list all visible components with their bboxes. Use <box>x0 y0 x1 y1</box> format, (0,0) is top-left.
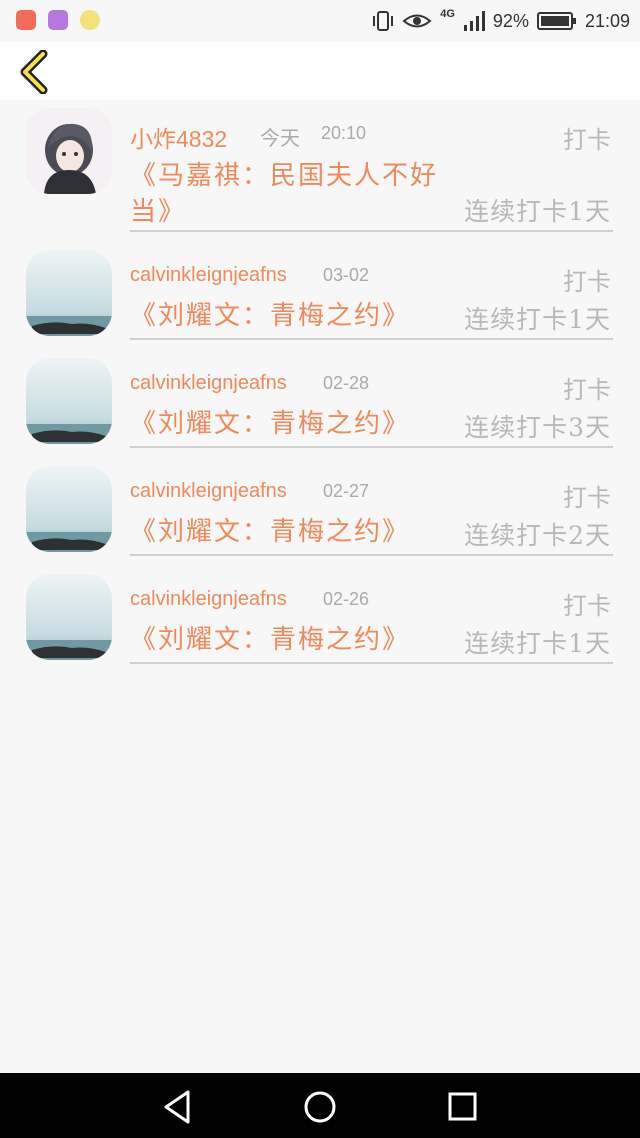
battery-percent: 92% <box>492 10 529 31</box>
list-item-content: calvinkleignjeafns 02-27 打卡 《刘耀文：青梅之约》 连… <box>130 456 613 556</box>
user-name: calvinkleignjeafns <box>130 264 287 286</box>
list-item-content: calvinkleignjeafns 02-26 打卡 《刘耀文：青梅之约》 连… <box>130 564 613 664</box>
checkin-list: 小炸4832 今天 20:10 打卡 《马嘉祺：民国夫人不好当》 连续打卡1天 <box>0 100 640 672</box>
list-item[interactable]: calvinkleignjeafns 02-28 打卡 《刘耀文：青梅之约》 连… <box>0 348 640 456</box>
triangle-back-icon <box>164 1090 190 1124</box>
status-indicators: 4G 92% 21:09 <box>372 8 630 34</box>
list-item[interactable]: calvinkleignjeafns 02-27 打卡 《刘耀文：青梅之约》 连… <box>0 456 640 564</box>
check-in-label: 打卡 <box>563 268 611 296</box>
user-name: calvinkleignjeafns <box>130 372 287 394</box>
check-in-time: 03-02 <box>323 265 370 285</box>
mail-app-icon <box>16 10 36 30</box>
gallery-app-icon <box>48 10 68 30</box>
signal-icon <box>463 11 485 31</box>
check-in-label: 打卡 <box>563 484 611 512</box>
network-type: 4G <box>440 8 455 20</box>
list-item[interactable]: calvinkleignjeafns 03-02 打卡 《刘耀文：青梅之约》 连… <box>0 240 640 348</box>
avatar <box>26 358 112 444</box>
check-in-time: 02-27 <box>323 481 370 501</box>
system-nav-bar <box>0 1073 640 1138</box>
status-bar: 4G 92% 21:09 <box>0 0 640 42</box>
user-name: 小炸4832 <box>130 126 228 152</box>
back-button[interactable] <box>12 50 56 94</box>
list-item[interactable]: 小炸4832 今天 20:10 打卡 《马嘉祺：民国夫人不好当》 连续打卡1天 <box>0 100 640 240</box>
list-item-content: calvinkleignjeafns 02-28 打卡 《刘耀文：青梅之约》 连… <box>130 348 613 448</box>
list-item-content: 小炸4832 今天 20:10 打卡 《马嘉祺：民国夫人不好当》 连续打卡1天 <box>130 100 613 232</box>
vibrate-icon <box>373 11 394 31</box>
avatar <box>26 466 112 552</box>
avatar <box>26 250 112 336</box>
check-in-time: 20:10 <box>321 123 367 143</box>
chevron-left-icon <box>20 50 48 94</box>
avatar <box>26 574 112 660</box>
user-name: calvinkleignjeafns <box>130 588 287 610</box>
list-item-content: calvinkleignjeafns 03-02 打卡 《刘耀文：青梅之约》 连… <box>130 240 613 340</box>
book-title[interactable]: 《刘耀文：青梅之约》 <box>130 406 410 442</box>
top-bar <box>0 42 640 100</box>
streak-label: 连续打卡2天 <box>464 521 611 550</box>
battery-icon <box>536 12 576 30</box>
eye-comfort-icon <box>402 14 432 28</box>
check-in-time: 02-26 <box>323 589 370 609</box>
streak-label: 连续打卡3天 <box>464 413 611 442</box>
streak-label: 连续打卡1天 <box>464 197 611 226</box>
circle-home-icon <box>304 1091 336 1123</box>
book-title[interactable]: 《刘耀文：青梅之约》 <box>130 514 410 550</box>
list-item[interactable]: calvinkleignjeafns 02-26 打卡 《刘耀文：青梅之约》 连… <box>0 564 640 672</box>
nav-back-button[interactable] <box>158 1087 198 1127</box>
nav-recents-button[interactable] <box>442 1087 482 1127</box>
check-in-time: 02-28 <box>323 373 370 393</box>
nav-home-button[interactable] <box>300 1087 340 1127</box>
clock: 21:09 <box>584 10 630 31</box>
streak-label: 连续打卡1天 <box>464 629 611 658</box>
check-in-label: 打卡 <box>563 376 611 404</box>
lightbulb-app-icon <box>80 10 100 30</box>
book-title[interactable]: 《马嘉祺：民国夫人不好当》 <box>130 158 460 230</box>
check-in-label: 打卡 <box>563 592 611 620</box>
book-title[interactable]: 《刘耀文：青梅之约》 <box>130 622 410 658</box>
check-in-day: 今天 <box>260 126 300 150</box>
notification-icons <box>16 10 100 30</box>
avatar <box>26 108 112 194</box>
streak-label: 连续打卡1天 <box>464 305 611 334</box>
check-in-label: 打卡 <box>563 126 611 154</box>
book-title[interactable]: 《刘耀文：青梅之约》 <box>130 298 410 334</box>
user-name: calvinkleignjeafns <box>130 480 287 502</box>
square-recents-icon <box>448 1092 477 1121</box>
